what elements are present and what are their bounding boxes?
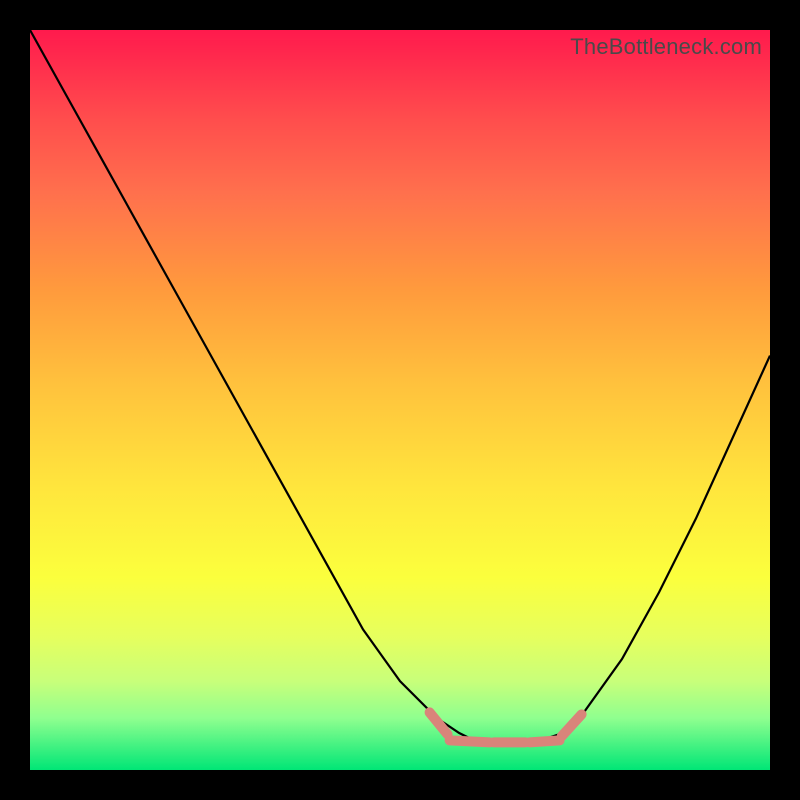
optimal-flat-segment bbox=[562, 714, 582, 736]
optimal-flat-segment bbox=[450, 740, 490, 742]
chart-plot-area: TheBottleneck.com bbox=[30, 30, 770, 770]
optimal-flat-segment bbox=[530, 740, 560, 742]
optimal-flat-segment bbox=[430, 712, 448, 734]
watermark-text: TheBottleneck.com bbox=[570, 34, 762, 60]
bottleneck-curve bbox=[30, 30, 770, 744]
chart-svg bbox=[30, 30, 770, 770]
